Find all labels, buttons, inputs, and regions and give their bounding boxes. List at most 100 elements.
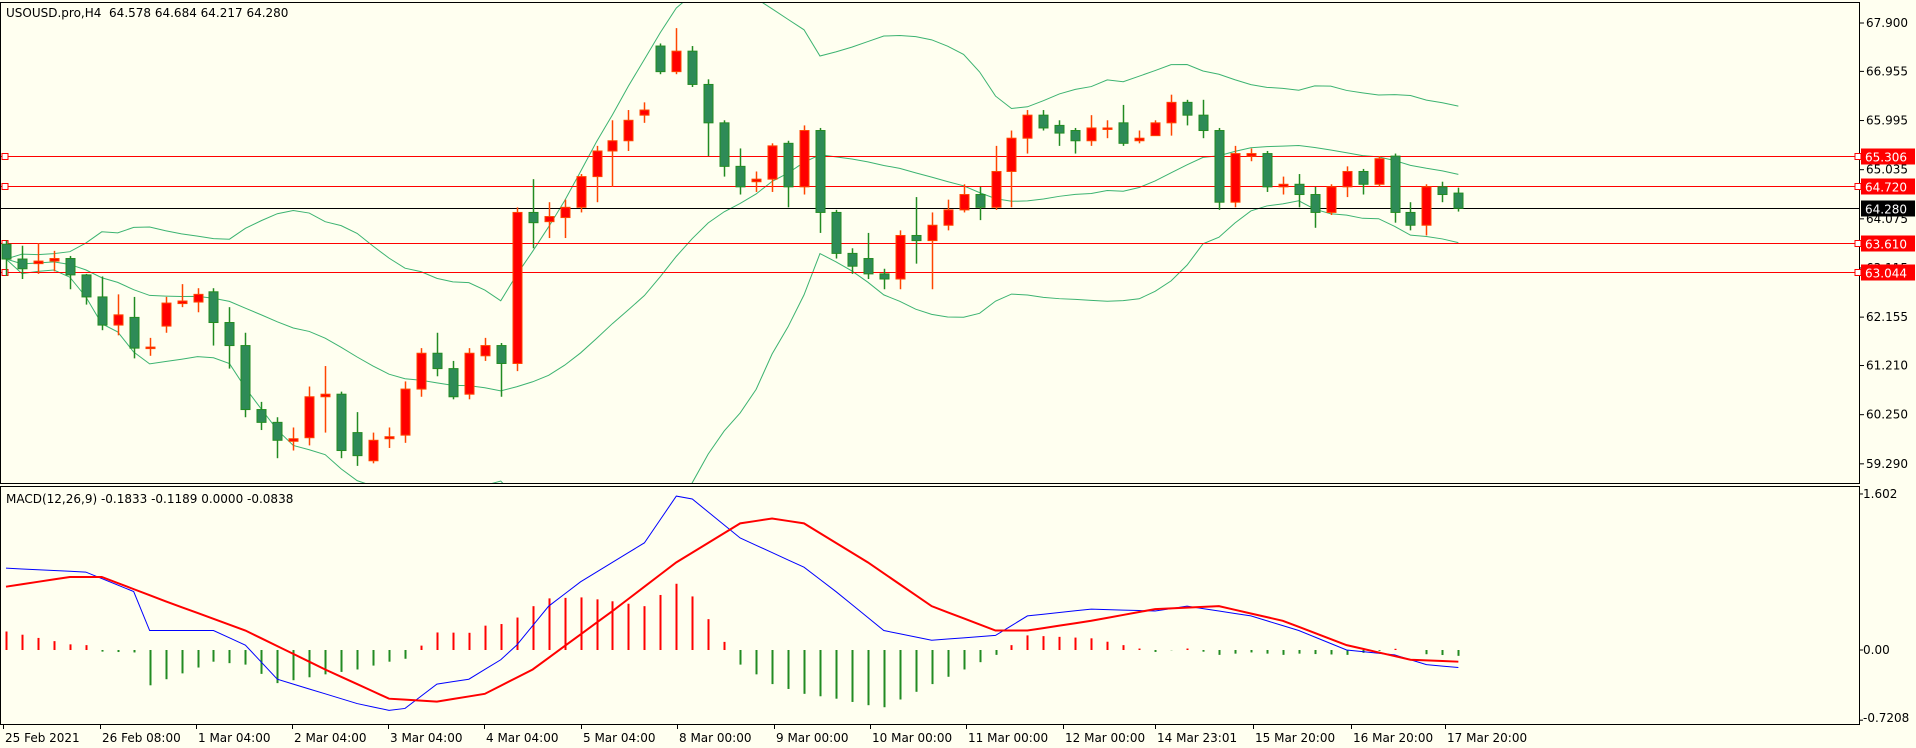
candle-body [815,130,826,213]
candle [1230,145,1241,208]
candle [65,255,76,290]
candle [991,145,1002,210]
price-tick-label: 67.900 [1866,16,1908,30]
candle-body [959,194,970,211]
candle-body [1310,194,1321,213]
candle-body [208,291,219,324]
candle-body [480,345,491,357]
candle-body [735,165,746,188]
candle [161,296,172,333]
candle-body [1230,153,1241,203]
candle-body [1198,114,1209,132]
candle [240,332,251,418]
candle-body [799,130,810,188]
candle [1437,181,1448,203]
price-tick-label: 61.210 [1866,359,1908,373]
candle-body [895,234,906,280]
candle [528,179,539,249]
candle-body [1214,130,1225,203]
candle [1405,202,1416,231]
candle [81,273,92,305]
candle [1326,184,1337,215]
price-tick-label: 62.155 [1866,310,1908,324]
candle-body [560,206,571,219]
candle [1453,187,1464,212]
candle-body [1054,124,1065,134]
candle-body [256,409,267,423]
candle-body [368,439,379,462]
price-chart[interactable]: 67.90066.95565.99565.03564.07563.11562.1… [0,0,1916,748]
candle [911,197,922,264]
time-label: 16 Mar 20:00 [1353,731,1433,745]
candle [592,145,603,203]
candle [1134,130,1145,144]
bollinger-middle [5,144,1459,392]
macd-tick-label: -0.7208 [1863,711,1909,725]
candle [224,307,235,369]
candle [208,288,219,346]
candle [815,127,826,233]
candle [560,199,571,239]
candle [177,284,188,308]
candle-body [1086,127,1097,142]
candle [320,366,331,433]
candle [927,212,938,290]
line-anchor-handle[interactable] [1854,153,1862,160]
candle-body [863,258,874,275]
candle-body [1437,186,1448,196]
candle-body [1278,183,1289,188]
macd-tick-label: 1.602 [1863,487,1897,501]
macd-tick-label: 0.00 [1863,643,1890,657]
candle [1198,99,1209,139]
candle [1102,120,1113,139]
candle-body [623,119,634,142]
candle [113,294,124,336]
candle [1054,120,1065,146]
candle [416,348,427,397]
line-anchor-handle[interactable] [1,183,9,190]
time-label: 26 Feb 08:00 [102,731,181,745]
candle-body [1,243,12,260]
candle-body [432,352,443,370]
candle-body [81,274,92,298]
candle-body [943,209,954,226]
candle [1150,120,1161,137]
candle [799,125,810,195]
candle [448,360,459,400]
current-price-label: 64.280 [1865,203,1907,217]
candle-body [687,50,698,85]
time-label: 25 Feb 2021 [5,731,80,745]
candle [576,174,587,213]
price-tick-label: 65.035 [1866,163,1908,177]
time-label: 3 Mar 04:00 [390,731,463,745]
time-label: 1 Mar 04:00 [198,731,271,745]
time-label: 12 Mar 00:00 [1065,731,1145,745]
candle [1246,148,1257,162]
line-price-label: 65.306 [1865,151,1907,165]
candle [304,386,315,446]
main-plot [1,3,1859,483]
line-anchor-handle[interactable] [1854,183,1862,190]
line-price-label: 63.610 [1865,238,1907,252]
candle-body [879,273,890,280]
candle-body [1294,183,1305,196]
candle-body [17,258,28,270]
time-label: 8 Mar 00:00 [679,731,752,745]
candle-body [464,352,475,395]
candle [17,245,28,279]
candle [1182,99,1193,126]
candle-body [193,293,204,303]
candle-body [512,211,523,364]
candle-body [831,211,842,254]
candle-body [719,122,730,167]
line-anchor-handle[interactable] [1,153,9,160]
candle-body [528,211,539,224]
candle [496,343,507,397]
candle [831,209,842,259]
candle-body [1022,114,1033,139]
candle-body [927,224,938,242]
line-anchor-handle[interactable] [1854,269,1862,276]
candle-body [911,234,922,242]
candle [703,79,714,157]
line-anchor-handle[interactable] [1854,240,1862,247]
